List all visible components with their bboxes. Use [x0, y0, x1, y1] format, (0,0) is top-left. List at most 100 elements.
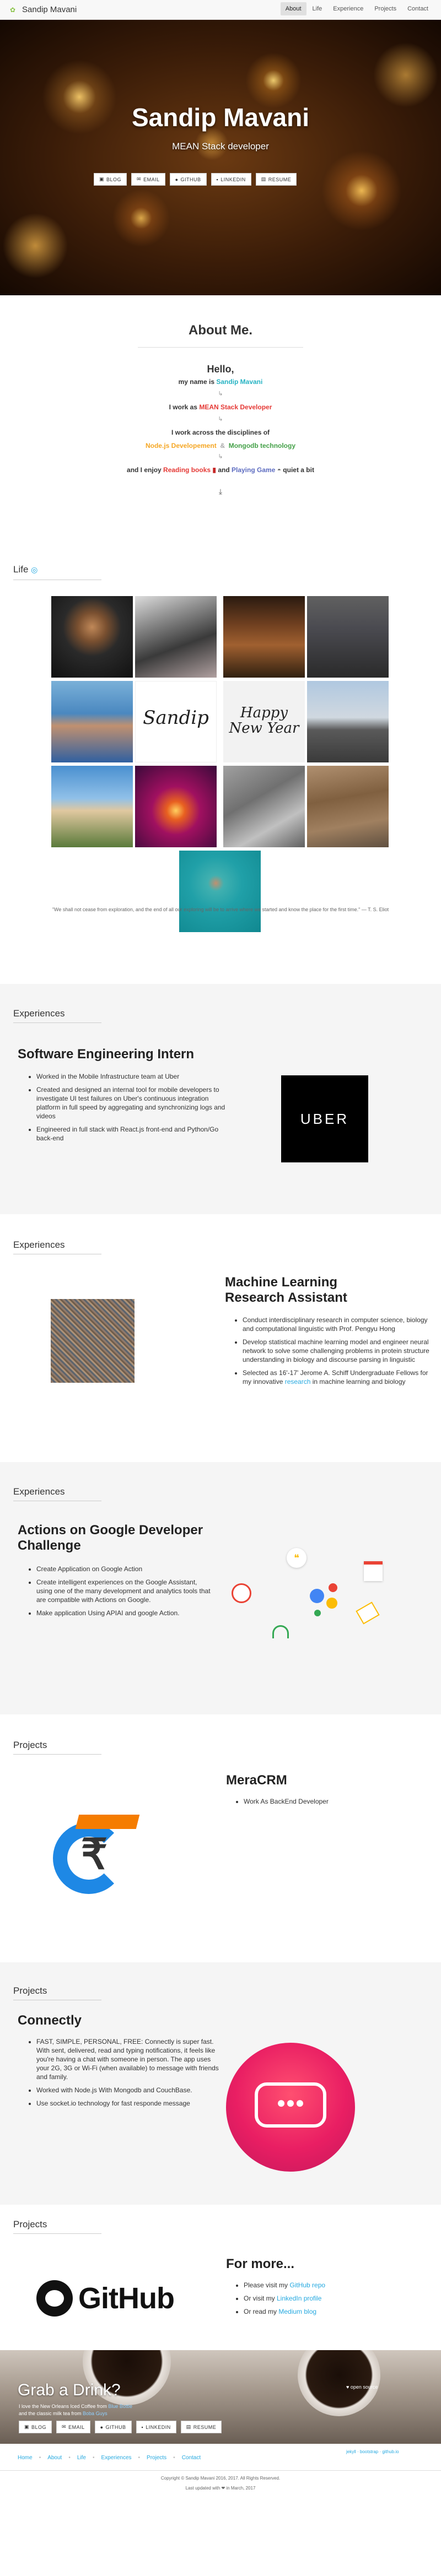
linkedin-icon: ▪ [141, 2424, 144, 2430]
connectly-logo: ●●● [226, 2043, 355, 2172]
footer-experiences-link[interactable]: Experiences [101, 2455, 132, 2461]
eliot-quote: "We shall not cease from exploration, an… [52, 907, 389, 912]
instagram-icon[interactable]: ◎ [31, 565, 37, 574]
experience-ml: Experiences Machine Learning Research As… [0, 1214, 441, 1462]
email-button[interactable]: ✉ EMAIL [131, 173, 165, 186]
projects-heading: Projects [13, 1740, 47, 1750]
project-more: Projects For more... GitHub Please visit… [0, 2205, 441, 2350]
tech-mongo: Mongodb technology [228, 442, 296, 450]
linkedin-item: Or visit my LinkedIn profile [244, 2294, 420, 2303]
bullet-item: Create intelligent experiences on the Go… [36, 1578, 213, 1604]
blog-label: BLOG [31, 2424, 47, 2430]
github-button[interactable]: ● GITHUB [169, 173, 207, 186]
photo-motorcycle[interactable] [307, 681, 389, 762]
resume-button[interactable]: ▤ RESUME [180, 2421, 222, 2433]
nav-about[interactable]: About [280, 2, 306, 15]
protein-image [51, 1299, 135, 1383]
photo-signature[interactable]: Sandip [135, 681, 217, 762]
blog-icon: ▣ [24, 2424, 30, 2429]
signature-glyph: Sandip [143, 707, 209, 729]
logo-bar [75, 1815, 140, 1829]
github-button[interactable]: ● GITHUB [94, 2421, 132, 2433]
item-text: Or visit my [244, 2294, 277, 2302]
drink-buttons: ▣ BLOG ✉ EMAIL ● GITHUB ▪ LINKEDIN ▤ RESUME [19, 2421, 222, 2433]
footer-links: Home • About • Life • Experiences • Projects… [18, 2455, 201, 2461]
assistant-dot-red [329, 1583, 337, 1592]
coffee-cup-image [298, 2350, 380, 2416]
about-line-disciplines: I work across the disciplines of [171, 429, 270, 436]
drink-line1: I love the New Orleans Iced Coffee from [19, 2404, 109, 2409]
exp-bullets: Conduct interdisciplinary research in co… [233, 1316, 435, 1390]
research-link[interactable]: research [285, 1378, 311, 1386]
photo-keyboard[interactable] [135, 596, 217, 678]
photo-pool[interactable] [179, 851, 261, 932]
name-highlight: Sandip Mavani [216, 378, 263, 386]
photo-hillside[interactable] [307, 766, 389, 847]
linkedin-button[interactable]: ▪ LINKEDIN [136, 2421, 176, 2433]
headphones-icon [272, 1625, 289, 1638]
footer-contact-link[interactable]: Contact [182, 2455, 201, 2461]
blog-button[interactable]: ▣ BLOG [19, 2421, 52, 2433]
tech-node: Node.js Developement [145, 442, 217, 450]
project-bullets: Work As BackEnd Developer [234, 1797, 420, 1810]
leaf-icon: ✿ [10, 6, 16, 14]
linkedin-button[interactable]: ▪ LINKEDIN [211, 173, 251, 186]
github-label: GITHUB [105, 2424, 126, 2430]
new-year-lettering: Happy New Year [229, 705, 299, 737]
email-button[interactable]: ✉ EMAIL [56, 2421, 90, 2433]
footer-sep: • [39, 2455, 41, 2461]
boba-guys-link[interactable]: Boba Guys [83, 2411, 107, 2416]
bullet-item: Make application Using APIAI and google … [36, 1609, 213, 1617]
hero-buttons: ▣ BLOG ✉ EMAIL ● GITHUB ▪ LINKEDIN ▤ RESUME [94, 173, 297, 186]
experience-heading: Experiences [13, 1008, 65, 1019]
blue-bottle-link[interactable]: Blue Bottle [108, 2404, 132, 2409]
experience-divider [13, 1022, 101, 1023]
linkedin-label: LINKEDIN [146, 2424, 171, 2430]
nav-experience[interactable]: Experience [328, 2, 368, 15]
open-source-links[interactable]: jekyll · bootstrap · github.io [346, 2449, 399, 2454]
assistant-dot-blue [310, 1589, 324, 1603]
projects-heading: Projects [13, 2219, 47, 2229]
footer-home-link[interactable]: Home [18, 2455, 33, 2461]
github-repo-link[interactable]: GitHub repo [289, 2281, 325, 2289]
octocat-icon [36, 2280, 73, 2317]
item-text: Or read my [244, 2308, 279, 2315]
photo-headphones[interactable] [51, 596, 133, 678]
project-title: For more... [226, 2256, 295, 2271]
photo-garage[interactable] [307, 596, 389, 678]
photo-tree[interactable] [223, 766, 305, 847]
email-label: EMAIL [143, 176, 160, 182]
life-heading: Life ◎ [13, 564, 37, 575]
brand-link[interactable]: ✿ Sandip Mavani [10, 5, 77, 14]
medium-link[interactable]: Medium blog [278, 2308, 316, 2315]
nav-life[interactable]: Life [308, 2, 327, 15]
scroll-down-icon[interactable]: ⤓ [0, 487, 441, 496]
life-heading-text: Life [13, 564, 29, 575]
project-title: MeraCRM [226, 1773, 287, 1788]
linkedin-label: LINKEDIN [220, 176, 246, 182]
experience-uber: Experiences Software Engineering Intern … [0, 984, 441, 1214]
photo-diwali[interactable] [135, 766, 217, 847]
bullet-item: Work As BackEnd Developer [244, 1797, 420, 1806]
resume-button[interactable]: ▤ RESUME [255, 173, 297, 186]
github-logo[interactable]: GitHub [36, 2276, 202, 2320]
exp-title: Actions on Google Developer Challenge [18, 1523, 203, 1553]
photo-portrait[interactable] [51, 681, 133, 762]
footer-life-link[interactable]: Life [77, 2455, 86, 2461]
footer: jekyll · bootstrap · github.io Home • Abo… [0, 2444, 441, 2576]
google-assistant-illustration: ❝ [226, 1528, 413, 1655]
footer-sep: • [92, 2455, 95, 2461]
photo-new-year[interactable]: Happy New Year [223, 681, 305, 762]
github-wordmark: GitHub [78, 2282, 175, 2315]
footer-projects-link[interactable]: Projects [147, 2455, 166, 2461]
nav-contact[interactable]: Contact [402, 2, 433, 15]
nav-projects[interactable]: Projects [369, 2, 401, 15]
photo-kitchen[interactable] [223, 596, 305, 678]
rupee-icon: ₹ [80, 1831, 108, 1878]
blog-button[interactable]: ▣ BLOG [94, 173, 127, 186]
footer-about-link[interactable]: About [47, 2455, 62, 2461]
photo-palace[interactable] [51, 766, 133, 847]
linkedin-link[interactable]: LinkedIn profile [277, 2294, 321, 2302]
exp-bullets: Create Application on Google Action Crea… [26, 1565, 213, 1622]
experience-google: Experiences Actions on Google Developer … [0, 1462, 441, 1714]
